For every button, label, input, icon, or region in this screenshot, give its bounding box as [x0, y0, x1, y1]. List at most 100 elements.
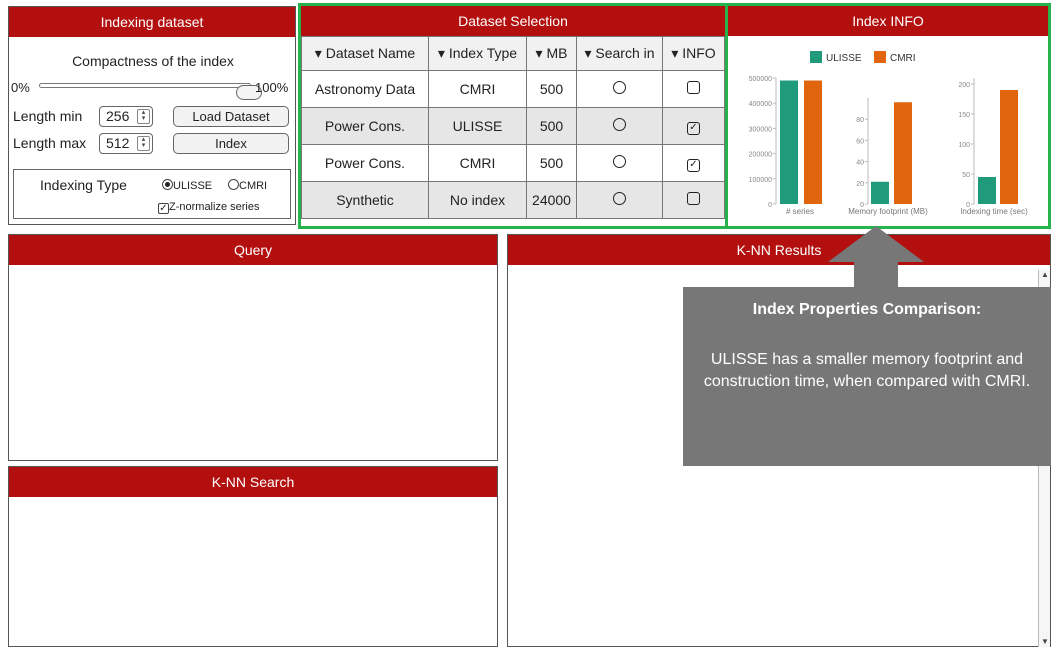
tooltip-heading: Index Properties Comparison:	[752, 301, 982, 318]
bar-ulisse	[780, 80, 798, 204]
x-axis-label: # series	[786, 207, 814, 216]
legend-label-ulisse: ULISSE	[826, 53, 862, 64]
legend-label-cmri: CMRI	[890, 53, 916, 64]
y-tick-label: 50	[962, 172, 970, 179]
radio-icon[interactable]	[613, 81, 626, 94]
table-row[interactable]: Synthetic No index 24000	[301, 181, 725, 219]
checkbox-checked-icon[interactable]: ✓	[687, 159, 700, 172]
length-min-row: Length min 256 ▴ ▾ Load Dataset	[13, 106, 293, 128]
info-checkbox[interactable]: ✓	[662, 107, 725, 145]
search-in-radio[interactable]	[576, 144, 663, 182]
length-min-value: 256	[106, 108, 130, 124]
column-header-info[interactable]: ▾ INFO	[662, 36, 725, 71]
slider-max-label: 100%	[255, 80, 289, 95]
dataset-name: Power Cons.	[301, 107, 429, 145]
index-type: CMRI	[428, 144, 527, 182]
stepper-arrows-icon[interactable]: ▴ ▾	[137, 109, 150, 124]
column-header-index-type[interactable]: ▾ Index Type	[428, 36, 527, 71]
legend-swatch-cmri	[874, 51, 886, 63]
bar-cmri	[894, 102, 912, 204]
y-tick-label: 200000	[749, 152, 772, 159]
column-header-search-in[interactable]: ▾ Search in	[576, 36, 663, 71]
info-checkbox[interactable]	[662, 70, 725, 108]
indexing-type-box: Indexing Type ULISSE CMRI ✓Z-normalize s…	[13, 169, 291, 219]
column-header-mb[interactable]: ▾ MB	[526, 36, 577, 71]
length-max-label: Length max	[13, 135, 87, 151]
query-panel: Query	[8, 234, 498, 461]
bar-cmri	[1000, 90, 1018, 204]
radio-cmri[interactable]: CMRI	[228, 179, 267, 192]
knn-results-title: K-NN Results	[508, 235, 1050, 265]
length-max-value: 512	[106, 135, 130, 151]
y-tick-label: 40	[856, 160, 864, 167]
checkbox-icon[interactable]	[687, 81, 700, 94]
dataset-name: Astronomy Data	[301, 70, 429, 108]
table-row[interactable]: Power Cons. ULISSE 500 ✓	[301, 107, 725, 145]
dataset-selection-panel: Dataset Selection ▾ Dataset Name ▾ Index…	[298, 3, 728, 229]
y-tick-label: 100000	[749, 177, 772, 184]
y-tick-label: 150	[958, 112, 970, 119]
y-tick-label: 60	[856, 138, 864, 145]
length-max-row: Length max 512 ▴ ▾ Index	[13, 133, 293, 155]
query-title: Query	[9, 235, 497, 265]
column-header-dataset-name[interactable]: ▾ Dataset Name	[301, 36, 429, 71]
x-axis-label: Memory footprint (MB)	[848, 207, 928, 216]
znormalize-checkbox[interactable]: ✓Z-normalize series	[158, 201, 259, 214]
stepper-arrows-icon[interactable]: ▴ ▾	[137, 136, 150, 151]
y-tick-label: 20	[856, 181, 864, 188]
x-axis-label: Indexing time (sec)	[960, 207, 1028, 216]
size-mb: 500	[526, 70, 577, 108]
checkbox-icon[interactable]	[687, 192, 700, 205]
radio-icon[interactable]	[613, 192, 626, 205]
length-min-label: Length min	[13, 108, 83, 124]
y-tick-label: 0	[768, 202, 772, 209]
size-mb: 24000	[526, 181, 577, 219]
bar-ulisse	[871, 181, 889, 204]
radio-icon[interactable]	[613, 155, 626, 168]
index-type: CMRI	[428, 70, 527, 108]
length-min-stepper[interactable]: 256 ▴ ▾	[99, 106, 153, 127]
checkbox-checked-icon[interactable]: ✓	[158, 203, 169, 214]
compactness-label: Compactness of the index	[72, 53, 234, 69]
legend-swatch-ulisse	[810, 51, 822, 63]
tooltip-body: ULISSE has a smaller memory footprint an…	[703, 351, 1031, 390]
table-row[interactable]: Astronomy Data CMRI 500	[301, 70, 725, 108]
search-in-radio[interactable]	[576, 70, 663, 108]
y-tick-label: 400000	[749, 101, 772, 108]
info-checkbox[interactable]: ✓	[662, 144, 725, 182]
size-mb: 500	[526, 107, 577, 145]
radio-icon[interactable]	[613, 118, 626, 131]
dataset-name: Synthetic	[301, 181, 429, 219]
index-info-title: Index INFO	[728, 6, 1048, 36]
y-tick-label: 300000	[749, 126, 772, 133]
info-checkbox[interactable]	[662, 181, 725, 219]
slider-min-label: 0%	[11, 80, 30, 95]
compactness-slider[interactable]	[39, 83, 262, 100]
radio-on-icon[interactable]	[162, 179, 173, 190]
knn-search-title: K-NN Search	[9, 467, 497, 497]
dataset-name: Power Cons.	[301, 144, 429, 182]
y-tick-label: 200	[958, 82, 970, 89]
length-max-stepper[interactable]: 512 ▴ ▾	[99, 133, 153, 154]
indexing-type-label: Indexing Type	[40, 177, 127, 193]
index-info-panel: Index INFO ULISSE CMRI 0 100000 200000 300000…	[728, 3, 1051, 229]
checkbox-checked-icon[interactable]: ✓	[687, 122, 700, 135]
search-in-radio[interactable]	[576, 181, 663, 219]
radio-ulisse[interactable]: ULISSE	[162, 179, 212, 192]
scroll-down-icon[interactable]: ▼	[1040, 637, 1050, 647]
index-type: ULISSE	[428, 107, 527, 145]
search-in-radio[interactable]	[576, 107, 663, 145]
bar-cmri	[804, 80, 822, 204]
dataset-selection-title: Dataset Selection	[301, 6, 725, 36]
bar-ulisse	[978, 177, 996, 204]
index-type: No index	[428, 181, 527, 219]
table-row[interactable]: Power Cons. CMRI 500 ✓	[301, 144, 725, 182]
size-mb: 500	[526, 144, 577, 182]
scroll-up-icon[interactable]: ▲	[1040, 270, 1050, 280]
y-tick-label: 500000	[749, 76, 772, 83]
index-button[interactable]: Index	[173, 133, 289, 154]
load-dataset-button[interactable]: Load Dataset	[173, 106, 289, 127]
y-tick-label: 80	[856, 117, 864, 124]
radio-off-icon[interactable]	[228, 179, 239, 190]
tooltip-arrow-icon	[828, 226, 924, 288]
